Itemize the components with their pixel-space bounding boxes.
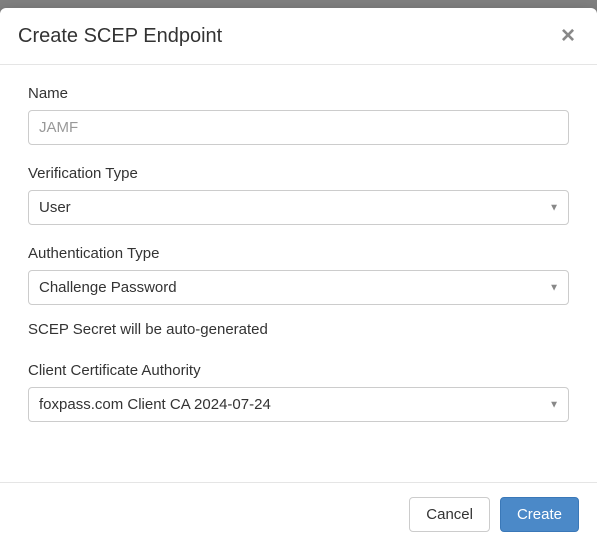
client-ca-group: Client Certificate Authority foxpass.com… [28, 362, 569, 422]
close-icon: × [561, 22, 575, 49]
modal-header: Create SCEP Endpoint × [0, 8, 597, 65]
create-scep-endpoint-modal: Create SCEP Endpoint × Name Verification… [0, 8, 597, 546]
authentication-type-select-wrap: Challenge Password ▼ [28, 270, 569, 305]
authentication-type-group: Authentication Type Challenge Password ▼ [28, 245, 569, 305]
modal-title: Create SCEP Endpoint [18, 25, 222, 48]
authentication-type-select[interactable]: Challenge Password [28, 270, 569, 305]
verification-type-select-wrap: User ▼ [28, 190, 569, 225]
name-label: Name [28, 85, 569, 102]
client-ca-label: Client Certificate Authority [28, 362, 569, 379]
create-button[interactable]: Create [500, 497, 579, 532]
cancel-button[interactable]: Cancel [409, 497, 490, 532]
close-button[interactable]: × [557, 24, 579, 48]
verification-type-label: Verification Type [28, 165, 569, 182]
client-ca-select[interactable]: foxpass.com Client CA 2024-07-24 [28, 387, 569, 422]
modal-footer: Cancel Create [0, 482, 597, 546]
verification-type-group: Verification Type User ▼ [28, 165, 569, 225]
authentication-type-label: Authentication Type [28, 245, 569, 262]
name-input[interactable] [28, 110, 569, 145]
modal-body: Name Verification Type User ▼ Authentica… [0, 65, 597, 482]
client-ca-select-wrap: foxpass.com Client CA 2024-07-24 ▼ [28, 387, 569, 422]
verification-type-select[interactable]: User [28, 190, 569, 225]
name-group: Name [28, 85, 569, 145]
scep-secret-hint: SCEP Secret will be auto-generated [28, 321, 569, 338]
